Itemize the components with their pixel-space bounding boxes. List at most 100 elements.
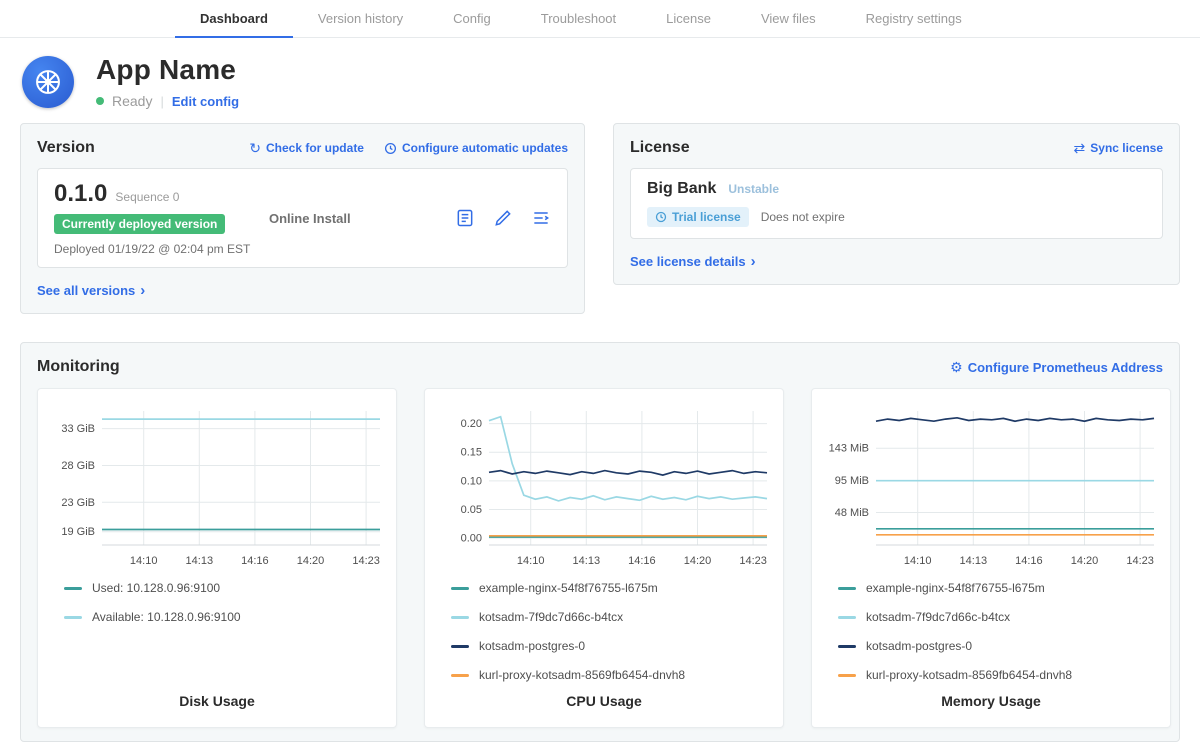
- license-channel: Unstable: [728, 182, 779, 196]
- chart-title: CPU Usage: [437, 693, 771, 715]
- divider: |: [160, 94, 163, 109]
- legend-label: kotsadm-7f9dc7d66c-b4tcx: [479, 610, 623, 624]
- disk-usage-chart: 19 GiB23 GiB28 GiB33 GiB14:1014:1314:161…: [50, 401, 386, 571]
- legend-item: example-nginx-54f8f76755-l675m: [451, 581, 771, 595]
- chart-legend: example-nginx-54f8f76755-l675m kotsadm-7f…: [437, 581, 771, 682]
- legend-swatch: [838, 616, 856, 619]
- legend-label: example-nginx-54f8f76755-l675m: [866, 581, 1045, 595]
- preflight-checks-icon[interactable]: [493, 208, 513, 228]
- license-info-box: Big Bank Unstable Trial license Does not…: [630, 168, 1163, 239]
- svg-text:14:16: 14:16: [1015, 555, 1043, 567]
- summary-cards-row: Version ↻ Check for update Configure aut…: [0, 123, 1200, 314]
- configure-automatic-updates-link[interactable]: Configure automatic updates: [384, 141, 568, 155]
- tab-view-files[interactable]: View files: [736, 0, 841, 38]
- legend-label: Available: 10.128.0.96:9100: [92, 610, 241, 624]
- monitoring-card: Monitoring ⚙ Configure Prometheus Addres…: [20, 342, 1180, 742]
- deploy-logs-icon[interactable]: [531, 208, 551, 228]
- tab-troubleshoot[interactable]: Troubleshoot: [516, 0, 641, 38]
- legend-item: Available: 10.128.0.96:9100: [64, 610, 384, 624]
- svg-text:14:20: 14:20: [297, 555, 325, 567]
- memory-usage-card: 48 MiB95 MiB143 MiB14:1014:1314:1614:201…: [811, 388, 1171, 728]
- clock-arrow-icon: [384, 142, 397, 155]
- legend-label: kotsadm-postgres-0: [479, 639, 585, 653]
- svg-text:14:10: 14:10: [904, 555, 932, 567]
- deployed-badge: Currently deployed version: [54, 214, 225, 234]
- legend-item: kotsadm-7f9dc7d66c-b4tcx: [451, 610, 771, 624]
- edit-config-link[interactable]: Edit config: [172, 94, 239, 109]
- tab-config[interactable]: Config: [428, 0, 516, 38]
- version-card: Version ↻ Check for update Configure aut…: [20, 123, 585, 314]
- top-nav: Dashboard Version history Config Trouble…: [0, 0, 1200, 38]
- license-account-name: Big Bank: [647, 180, 716, 198]
- legend-swatch: [838, 674, 856, 677]
- svg-text:14:13: 14:13: [573, 555, 601, 567]
- svg-text:14:13: 14:13: [186, 555, 214, 567]
- svg-text:0.10: 0.10: [461, 475, 482, 487]
- see-all-versions-link[interactable]: See all versions ›: [37, 283, 145, 298]
- configure-prometheus-link[interactable]: ⚙ Configure Prometheus Address: [950, 360, 1163, 375]
- legend-swatch: [838, 587, 856, 590]
- charts-row: 19 GiB23 GiB28 GiB33 GiB14:1014:1314:161…: [37, 388, 1163, 728]
- app-header: App Name Ready | Edit config: [0, 38, 1200, 123]
- see-license-details-link[interactable]: See license details ›: [630, 254, 756, 269]
- legend-label: kotsadm-postgres-0: [866, 639, 972, 653]
- sync-license-label: Sync license: [1090, 141, 1163, 155]
- legend-swatch: [64, 587, 82, 590]
- kubernetes-icon: [32, 66, 64, 98]
- legend-swatch: [451, 674, 469, 677]
- tab-registry-settings[interactable]: Registry settings: [841, 0, 987, 38]
- version-sequence: Sequence 0: [115, 190, 179, 204]
- install-type-label: Online Install: [269, 211, 455, 226]
- release-notes-icon[interactable]: [455, 208, 475, 228]
- version-number: 0.1.0: [54, 180, 107, 208]
- svg-text:14:23: 14:23: [1126, 555, 1154, 567]
- chart-legend: Used: 10.128.0.96:9100 Available: 10.128.…: [50, 581, 384, 624]
- trial-license-badge: Trial license: [647, 207, 749, 227]
- tab-license[interactable]: License: [641, 0, 736, 38]
- sync-license-link[interactable]: ⇄ Sync license: [1074, 141, 1163, 155]
- svg-text:95 MiB: 95 MiB: [835, 475, 869, 487]
- status-text: Ready: [112, 93, 152, 109]
- legend-label: example-nginx-54f8f76755-l675m: [479, 581, 658, 595]
- page-title: App Name: [96, 54, 239, 86]
- tab-version-history[interactable]: Version history: [293, 0, 428, 38]
- version-card-title: Version: [37, 139, 95, 157]
- license-expiration: Does not expire: [761, 210, 845, 224]
- disk-usage-card: 19 GiB23 GiB28 GiB33 GiB14:1014:1314:161…: [37, 388, 397, 728]
- chevron-right-icon: ›: [751, 254, 756, 269]
- legend-swatch: [64, 616, 82, 619]
- svg-text:143 MiB: 143 MiB: [829, 443, 869, 455]
- legend-item: kotsadm-postgres-0: [451, 639, 771, 653]
- svg-text:14:13: 14:13: [960, 555, 988, 567]
- clock-icon: [655, 211, 667, 223]
- gear-icon: ⚙: [950, 360, 963, 374]
- legend-swatch: [451, 616, 469, 619]
- svg-text:14:20: 14:20: [1071, 555, 1099, 567]
- cpu-usage-card: 0.000.050.100.150.2014:1014:1314:1614:20…: [424, 388, 784, 728]
- current-version-box: 0.1.0 Sequence 0 Currently deployed vers…: [37, 168, 568, 268]
- see-license-details-label: See license details: [630, 254, 746, 269]
- svg-text:19 GiB: 19 GiB: [61, 526, 95, 538]
- app-header-text: App Name Ready | Edit config: [96, 54, 239, 109]
- legend-swatch: [451, 645, 469, 648]
- app-logo: [22, 56, 74, 108]
- svg-text:14:16: 14:16: [241, 555, 269, 567]
- current-version-info: 0.1.0 Sequence 0 Currently deployed vers…: [54, 180, 269, 256]
- status-dot: [96, 97, 104, 105]
- legend-item: kurl-proxy-kotsadm-8569fb6454-dnvh8: [838, 668, 1158, 682]
- svg-text:33 GiB: 33 GiB: [61, 423, 95, 435]
- check-for-update-label: Check for update: [266, 141, 364, 155]
- legend-item: Used: 10.128.0.96:9100: [64, 581, 384, 595]
- license-card-title: License: [630, 139, 690, 157]
- check-for-update-link[interactable]: ↻ Check for update: [249, 141, 364, 155]
- chart-title: Disk Usage: [50, 693, 384, 715]
- configure-prometheus-label: Configure Prometheus Address: [968, 360, 1163, 375]
- tab-dashboard[interactable]: Dashboard: [175, 0, 293, 38]
- svg-text:14:10: 14:10: [517, 555, 545, 567]
- svg-text:14:23: 14:23: [739, 555, 767, 567]
- legend-item: example-nginx-54f8f76755-l675m: [838, 581, 1158, 595]
- monitoring-header: Monitoring ⚙ Configure Prometheus Addres…: [37, 358, 1163, 376]
- legend-item: kotsadm-postgres-0: [838, 639, 1158, 653]
- deployed-timestamp: Deployed 01/19/22 @ 02:04 pm EST: [54, 242, 269, 256]
- chart-title: Memory Usage: [824, 693, 1158, 715]
